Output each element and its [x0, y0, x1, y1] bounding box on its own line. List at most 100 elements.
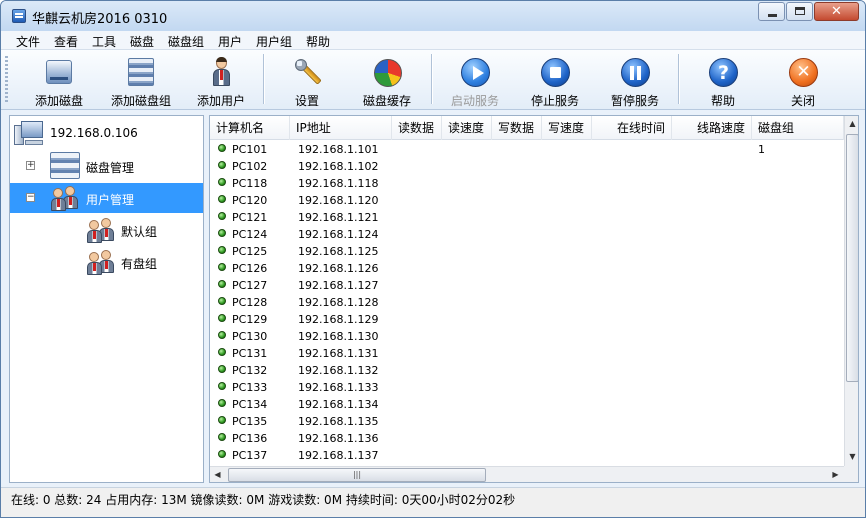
title-bar[interactable]: 华麒云机房2016 0310 ✕: [1, 1, 865, 31]
table-row[interactable]: PC132 192.168.1.132: [210, 362, 844, 379]
toolbar: 添加磁盘 添加磁盘组 添加用户 设置 磁盘缓存 启动服务 停止服务 暂停服务 ?…: [1, 50, 865, 110]
table-row[interactable]: PC130 192.168.1.130: [210, 328, 844, 345]
user-icon: [213, 57, 230, 87]
tree-root-server[interactable]: 192.168.0.106: [10, 118, 203, 148]
play-icon: [461, 58, 490, 87]
horizontal-scroll-thumb[interactable]: |||: [228, 468, 486, 482]
status-online-icon: [218, 161, 226, 169]
table-row[interactable]: PC129 192.168.1.129: [210, 311, 844, 328]
status-online-icon: [218, 416, 226, 424]
menu-tools[interactable]: 工具: [92, 33, 116, 50]
maximize-icon: [795, 7, 805, 15]
table-row[interactable]: PC136 192.168.1.136: [210, 430, 844, 447]
status-online-icon: [218, 314, 226, 322]
close-window-button[interactable]: ✕: [814, 2, 859, 21]
column-header-read-speed[interactable]: 读速度: [442, 116, 492, 140]
menu-user-group[interactable]: 用户组: [256, 33, 292, 50]
list-header: 计算机名 IP地址 读数据 读速度 写数据 写速度 在线时间 线路速度 磁盘组: [210, 116, 844, 140]
table-row[interactable]: PC121 192.168.1.121: [210, 209, 844, 226]
scroll-right-icon[interactable]: ▶: [828, 467, 843, 482]
cell-computer-name: PC135: [232, 415, 268, 428]
users-icon: [86, 249, 116, 276]
table-row[interactable]: PC137 192.168.1.137: [210, 447, 844, 464]
help-button[interactable]: ? 帮助: [691, 54, 755, 108]
settings-button[interactable]: 设置: [275, 54, 339, 108]
menu-file[interactable]: 文件: [16, 33, 40, 50]
menu-disk[interactable]: 磁盘: [130, 33, 154, 50]
expand-toggle[interactable]: +: [26, 161, 35, 170]
disk-cache-button[interactable]: 磁盘缓存: [355, 54, 419, 108]
status-online-icon: [218, 450, 226, 458]
close-button[interactable]: ✕ 关闭: [771, 54, 835, 108]
cell-computer-name: PC124: [232, 228, 268, 241]
status-online-icon: [218, 331, 226, 339]
cell-ip-address: 192.168.1.120: [298, 194, 379, 207]
cell-ip-address: 192.168.1.136: [298, 432, 379, 445]
cell-ip-address: 192.168.1.125: [298, 245, 379, 258]
table-row[interactable]: PC133 192.168.1.133: [210, 379, 844, 396]
vertical-scroll-thumb[interactable]: [846, 134, 858, 382]
scroll-down-icon[interactable]: ▼: [845, 449, 858, 465]
table-row[interactable]: PC125 192.168.1.125: [210, 243, 844, 260]
table-row[interactable]: PC118 192.168.1.118: [210, 175, 844, 192]
column-header-read-data[interactable]: 读数据: [392, 116, 442, 140]
tree-item-default-group[interactable]: 默认组: [10, 215, 203, 245]
table-row[interactable]: PC131 192.168.1.131: [210, 345, 844, 362]
pause-service-button[interactable]: 暂停服务: [603, 54, 667, 108]
cell-ip-address: 192.168.1.132: [298, 364, 379, 377]
table-row[interactable]: PC127 192.168.1.127: [210, 277, 844, 294]
column-header-write-data[interactable]: 写数据: [492, 116, 542, 140]
table-row[interactable]: PC126 192.168.1.126: [210, 260, 844, 277]
table-row[interactable]: PC134 192.168.1.134: [210, 396, 844, 413]
stop-service-button[interactable]: 停止服务: [523, 54, 587, 108]
table-row[interactable]: PC120 192.168.1.120: [210, 192, 844, 209]
users-icon: [50, 185, 80, 212]
column-header-ip[interactable]: IP地址: [290, 116, 392, 140]
menu-help[interactable]: 帮助: [306, 33, 330, 50]
status-online-icon: [218, 399, 226, 407]
navigation-tree: 192.168.0.106 + 磁盘管理 − 用户管理 默认组 有盘组: [9, 115, 204, 483]
menu-user[interactable]: 用户: [218, 33, 242, 50]
add-user-button[interactable]: 添加用户: [189, 54, 253, 108]
cell-computer-name: PC137: [232, 449, 268, 462]
status-online-icon: [218, 365, 226, 373]
status-text: 在线: 0 总数: 24 占用内存: 13M 镜像读数: 0M 游戏读数: 0M…: [11, 493, 516, 507]
status-online-icon: [218, 382, 226, 390]
column-header-disk-group[interactable]: 磁盘组: [752, 116, 844, 140]
scroll-up-icon[interactable]: ▲: [845, 116, 858, 132]
status-online-icon: [218, 195, 226, 203]
vertical-scrollbar[interactable]: ▲ ▼: [844, 116, 858, 466]
tree-item-disk-manage[interactable]: + 磁盘管理: [10, 151, 203, 181]
table-row[interactable]: PC102 192.168.1.102: [210, 158, 844, 175]
menu-view[interactable]: 查看: [54, 33, 78, 50]
table-row[interactable]: PC101 192.168.1.101 1: [210, 141, 844, 158]
add-disk-button[interactable]: 添加磁盘: [27, 54, 91, 108]
cell-computer-name: PC120: [232, 194, 268, 207]
minimize-button[interactable]: [758, 2, 785, 21]
cell-computer-name: PC118: [232, 177, 268, 190]
scroll-left-icon[interactable]: ◀: [210, 467, 225, 482]
pause-icon: [621, 58, 650, 87]
toolbar-grip[interactable]: [5, 56, 8, 104]
column-header-write-speed[interactable]: 写速度: [542, 116, 592, 140]
tree-item-user-manage[interactable]: − 用户管理: [10, 183, 203, 213]
start-service-button[interactable]: 启动服务: [443, 54, 507, 108]
toolbar-separator: [678, 54, 679, 104]
table-row[interactable]: PC135 192.168.1.135: [210, 413, 844, 430]
tree-item-disk-group[interactable]: 有盘组: [10, 247, 203, 277]
status-online-icon: [218, 297, 226, 305]
column-header-online-time[interactable]: 在线时间: [592, 116, 672, 140]
cell-computer-name: PC101: [232, 143, 268, 156]
maximize-button[interactable]: [786, 2, 813, 21]
scrollbar-corner: [844, 466, 858, 482]
add-disk-group-button[interactable]: 添加磁盘组: [103, 54, 179, 108]
table-row[interactable]: PC128 192.168.1.128: [210, 294, 844, 311]
collapse-toggle[interactable]: −: [26, 193, 35, 202]
column-header-name[interactable]: 计算机名: [210, 116, 290, 140]
menu-disk-group[interactable]: 磁盘组: [168, 33, 204, 50]
cell-computer-name: PC128: [232, 296, 268, 309]
horizontal-scrollbar[interactable]: ◀ ||| ▶: [210, 466, 844, 482]
table-row[interactable]: PC124 192.168.1.124: [210, 226, 844, 243]
column-header-link-speed[interactable]: 线路速度: [672, 116, 752, 140]
status-online-icon: [218, 246, 226, 254]
